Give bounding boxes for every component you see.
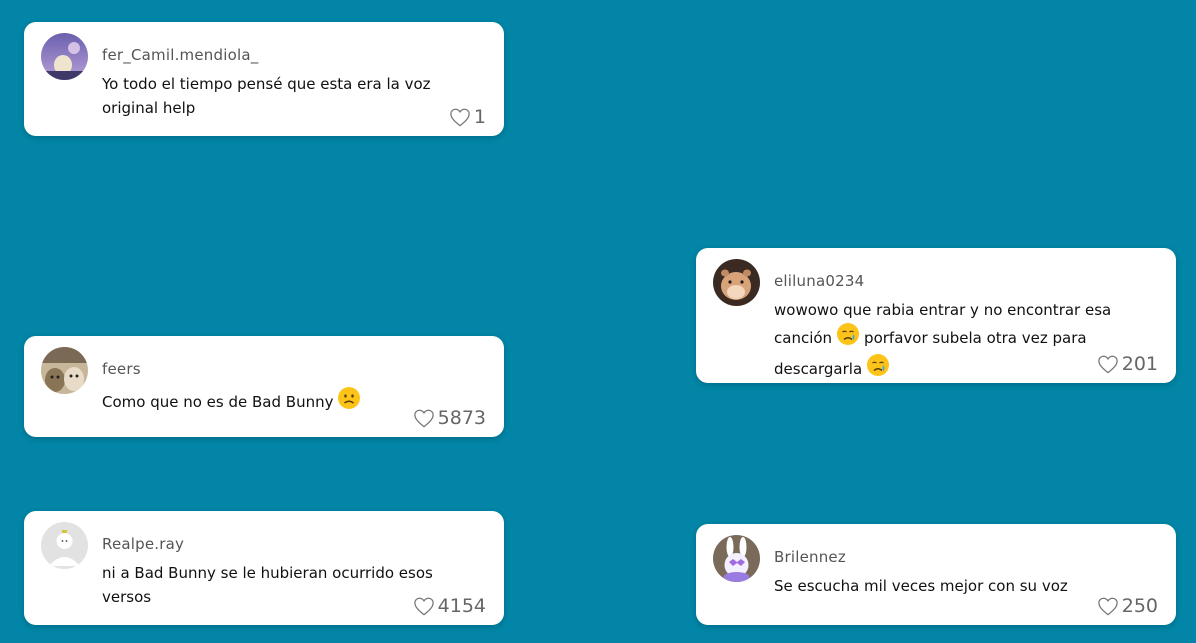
like-button[interactable]: 201 (1097, 353, 1158, 375)
like-count: 250 (1121, 595, 1158, 617)
comment-username[interactable]: Realpe.ray (102, 535, 184, 553)
comment-username[interactable]: eliluna0234 (774, 272, 864, 290)
comment-card: feers Como que no es de Bad Bunny 5873 (24, 336, 504, 437)
cats-photo-avatar-icon[interactable] (41, 347, 88, 394)
worried-face-icon (337, 386, 361, 417)
heart-icon (1098, 597, 1118, 616)
crying-face-icon (866, 353, 890, 384)
like-button[interactable]: 5873 (413, 407, 486, 429)
comment-card: Brilennez Se escucha mil veces mejor con… (696, 524, 1176, 625)
hamster-photo-avatar-icon[interactable] (713, 259, 760, 306)
comment-card: eliluna0234 wowowo que rabia entrar y no… (696, 248, 1176, 383)
like-count: 5873 (437, 407, 486, 429)
comment-username[interactable]: Brilennez (774, 548, 846, 566)
like-button[interactable]: 250 (1097, 595, 1158, 617)
like-button[interactable]: 4154 (413, 595, 486, 617)
heart-icon (413, 597, 434, 616)
comment-username[interactable]: feers (102, 360, 141, 378)
heart-icon (450, 108, 470, 127)
like-count: 1 (473, 106, 486, 128)
bunny-photo-avatar-icon[interactable] (713, 535, 760, 582)
heart-icon (1098, 355, 1118, 374)
comment-username[interactable]: fer_Camil.mendiola_ (102, 46, 258, 64)
comment-text-content: Como que no es de Bad Bunny (102, 393, 334, 411)
comment-card: Realpe.ray ni a Bad Bunny se le hubieran… (24, 511, 504, 625)
crying-face-icon (836, 322, 860, 353)
comment-text: Yo todo el tiempo pensé que esta era la … (102, 75, 431, 117)
comment-card: fer_Camil.mendiola_ Yo todo el tiempo pe… (24, 22, 504, 136)
like-count: 4154 (437, 595, 486, 617)
like-button[interactable]: 1 (449, 106, 486, 128)
lavender-sky-photo-avatar-icon[interactable] (41, 33, 88, 80)
like-count: 201 (1121, 353, 1158, 375)
heart-icon (413, 409, 434, 428)
default-avatar-icon[interactable] (41, 522, 88, 569)
